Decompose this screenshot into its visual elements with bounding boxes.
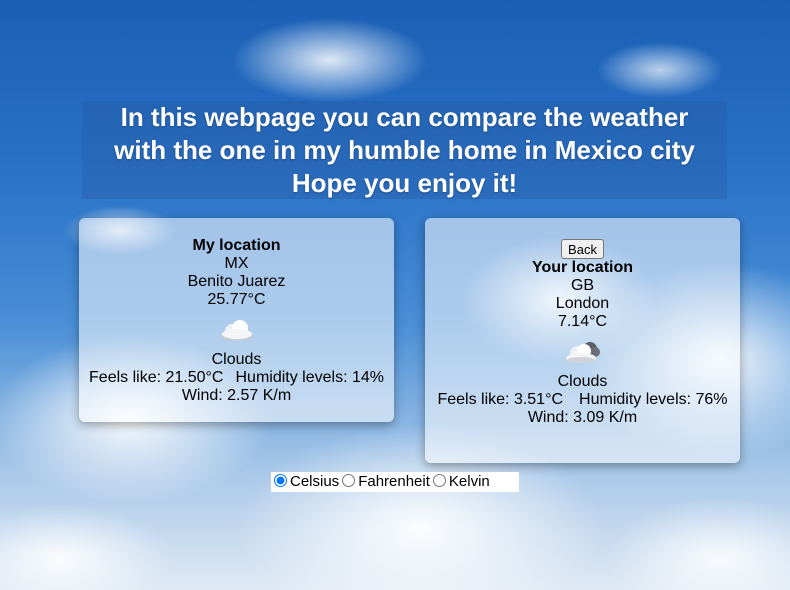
fahrenheit-radio[interactable] bbox=[342, 474, 356, 487]
cloud-icon bbox=[220, 320, 253, 341]
my-location-city: Benito Juarez bbox=[187, 273, 286, 290]
your-location-stats: Feels like: 3.51°C Humidity levels: 76% bbox=[425, 391, 740, 409]
headline-line-2: with the one in my humble home in Mexico… bbox=[114, 135, 695, 165]
your-location-city: London bbox=[555, 295, 610, 312]
unit-option-celsius[interactable]: Celsius bbox=[271, 473, 339, 490]
headline-line-3: Hope you enjoy it! bbox=[291, 168, 518, 198]
my-location-feels-like: Feels like: 21.50°C bbox=[89, 369, 224, 386]
your-location-card: Back Your location GB London 7.14°C Clou… bbox=[425, 218, 740, 463]
my-location-wind: Wind: 2.57 K/m bbox=[181, 387, 292, 404]
my-location-description: Clouds bbox=[211, 351, 262, 368]
my-location-humidity: Humidity levels: 14% bbox=[235, 369, 384, 386]
your-location-temperature: 7.14°C bbox=[557, 313, 608, 330]
page-headline: In this webpage you can compare the weat… bbox=[82, 101, 727, 199]
your-location-description: Clouds bbox=[557, 373, 608, 390]
kelvin-label: Kelvin bbox=[448, 473, 490, 490]
my-location-card: My location MX Benito Juarez 25.77°C Clo… bbox=[79, 218, 394, 422]
fahrenheit-label: Fahrenheit bbox=[358, 473, 430, 490]
your-location-title: Your location bbox=[531, 259, 634, 276]
celsius-radio[interactable] bbox=[274, 474, 287, 487]
unit-option-fahrenheit[interactable]: Fahrenheit bbox=[339, 473, 430, 490]
kelvin-radio[interactable] bbox=[432, 474, 446, 487]
celsius-label: Celsius bbox=[290, 473, 340, 490]
back-button[interactable]: Back bbox=[561, 239, 604, 259]
unit-option-kelvin[interactable]: Kelvin bbox=[430, 473, 490, 490]
my-location-title: My location bbox=[192, 237, 281, 254]
my-location-temperature: 25.77°C bbox=[207, 291, 266, 308]
your-location-feels-like: Feels like: 3.51°C bbox=[437, 391, 564, 408]
headline-line-1: In this webpage you can compare the weat… bbox=[120, 102, 689, 132]
my-location-stats: Feels like: 21.50°C Humidity levels: 14% bbox=[79, 369, 394, 387]
cloud-overcast-icon bbox=[565, 342, 600, 363]
your-location-wind: Wind: 3.09 K/m bbox=[527, 409, 638, 426]
unit-selector: Celsius Fahrenheit Kelvin bbox=[271, 472, 519, 492]
your-location-humidity: Humidity levels: 76% bbox=[579, 391, 728, 408]
my-location-country: MX bbox=[224, 255, 249, 272]
your-location-country: GB bbox=[570, 277, 595, 294]
